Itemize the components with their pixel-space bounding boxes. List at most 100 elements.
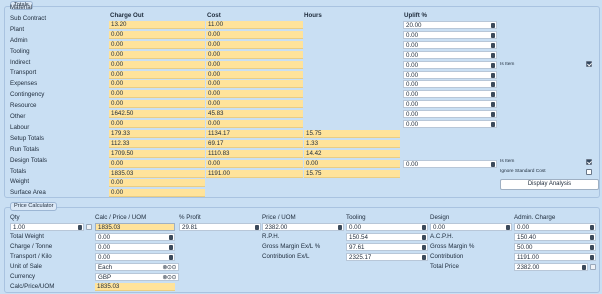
charge-tonne-input[interactable]: 0.00 [95,243,175,251]
gm-value: 50.00 [514,243,596,251]
is-item-design-label: Is Item [500,159,515,164]
uplift-input[interactable]: 0.00 [403,100,497,108]
header-cost: Cost [207,12,221,19]
charge-out-value: 0.00 [109,90,205,98]
design-input[interactable]: 0.00 [430,223,512,231]
charge-out-value: 1642.50 [109,110,205,118]
charge-out-value: 112.33 [109,140,205,148]
contribution-ex-value: 2325.17 [346,253,428,261]
display-analysis-button[interactable]: Display Analysis [500,179,599,190]
ignore-standard-cost-checkbox[interactable] [586,169,592,175]
spin-icon[interactable] [491,63,495,68]
charge-out-value: 0.00 [109,160,205,168]
dropdown-controls-icon[interactable]: ⊗⊙⊙ [162,274,176,280]
unit-of-sale-label: Unit of Sale [10,263,42,270]
uplift-input[interactable]: 0.00 [403,31,497,39]
calc-price-uom-label: Calc/Price/UOM [10,283,55,290]
uplift-input[interactable]: 0.00 [403,160,497,168]
charge-out-value: 0.00 [109,31,205,39]
charge-out-value: 0.00 [109,100,205,108]
currency-label: Currency [10,273,36,280]
row-label: Material [10,4,33,11]
dropdown-controls-icon[interactable]: ⊗⊙⊙ [162,264,176,270]
cost-value: 1110.83 [206,150,303,158]
acph-spin-icon [590,235,594,240]
tooling-spin-icon[interactable] [422,225,426,230]
qty-input[interactable]: 1.00 [10,223,84,231]
currency-select[interactable]: GBP ⊗⊙⊙ [95,273,179,281]
profit-header: % Profit [179,214,201,221]
uplift-input[interactable]: 0.00 [403,71,497,79]
cost-value: 11.00 [206,21,303,29]
tooling-header: Tooling [346,214,366,221]
hours-value: 15.75 [304,170,400,178]
spin-icon[interactable] [491,112,495,117]
is-item-design-checkbox[interactable] [586,159,592,165]
spin-icon[interactable] [491,162,495,167]
is-item-tooling-checkbox[interactable] [586,61,592,67]
gm-label: Gross Margin % [430,243,475,250]
admin-charge-header: Admin. Charge [514,214,556,221]
total-price-input[interactable]: 2382.00 [514,263,588,271]
charge-out-value: 0.00 [109,120,205,128]
qty-spin-icon[interactable] [78,225,82,230]
uplift-input[interactable]: 0.00 [403,120,497,128]
spin-icon[interactable] [491,43,495,48]
spin-icon[interactable] [491,23,495,28]
uplift-input[interactable]: 0.00 [403,61,497,69]
uplift-input[interactable]: 0.00 [403,41,497,49]
total-weight-input[interactable]: 0.00 [95,233,175,241]
price-uom-spin-icon[interactable] [338,225,342,230]
uplift-input[interactable]: 20.00 [403,21,497,29]
spin-icon[interactable] [491,73,495,78]
transport-kilo-input[interactable]: 0.00 [95,253,175,261]
profit-input[interactable]: 29.81 [179,223,261,231]
gm-ex-label: Gross Margin Ex/L % [262,243,321,250]
charge-out-value: 179.33 [109,130,205,138]
transport-kilo-spin-icon[interactable] [169,255,173,260]
row-label: Totals [10,168,27,175]
spin-icon[interactable] [491,82,495,87]
uplift-input[interactable]: 0.00 [403,90,497,98]
cost-value: 0.00 [206,61,303,69]
uplift-input[interactable]: 0.00 [403,80,497,88]
charge-tonne-label: Charge / Tonne [10,243,53,250]
price-calculator-legend: Price Calculator [10,202,58,211]
row-label: Design Totals [10,157,48,164]
charge-out-value: 0.00 [109,179,205,187]
row-label: Sub Contract [10,15,47,22]
spin-icon[interactable] [491,53,495,58]
spin-icon[interactable] [491,33,495,38]
total-weight-spin-icon[interactable] [169,235,173,240]
uplift-input[interactable]: 0.00 [403,110,497,118]
gm-ex-value: 97.61 [346,243,428,251]
design-spin-icon[interactable] [506,225,510,230]
cost-value: 0.00 [206,90,303,98]
charge-tonne-spin-icon[interactable] [169,245,173,250]
rph-spin-icon [422,235,426,240]
spin-icon[interactable] [491,102,495,107]
admin-charge-input[interactable]: 0.00 [514,223,596,231]
contribution-spin-icon [590,255,594,260]
calculator-icon[interactable] [86,224,92,230]
admin-charge-spin-icon[interactable] [590,225,594,230]
design-header: Design [430,214,450,221]
row-label: Contingency [10,91,45,98]
row-label: Other [10,113,26,120]
profit-spin-icon[interactable] [255,225,259,230]
calc-price-uom-header: Calc / Price / UOM [95,214,147,221]
price-uom-input[interactable]: 2382.00 [262,223,344,231]
tooling-input[interactable]: 0.00 [346,223,428,231]
cost-value: 0.00 [206,51,303,59]
uplift-input[interactable]: 0.00 [403,51,497,59]
spin-icon[interactable] [491,92,495,97]
contribution-value: 1191.00 [514,253,596,261]
calc-price-uom-bottom-value: 1835.03 [95,283,175,291]
cost-value: 0.00 [206,80,303,88]
cost-value: 0.00 [206,71,303,79]
total-price-calc-icon[interactable] [590,264,596,270]
spin-icon[interactable] [491,122,495,127]
charge-out-value: 1709.50 [109,150,205,158]
unit-of-sale-select[interactable]: Each ⊗⊙⊙ [95,263,179,271]
total-price-spin-icon[interactable] [582,265,586,270]
